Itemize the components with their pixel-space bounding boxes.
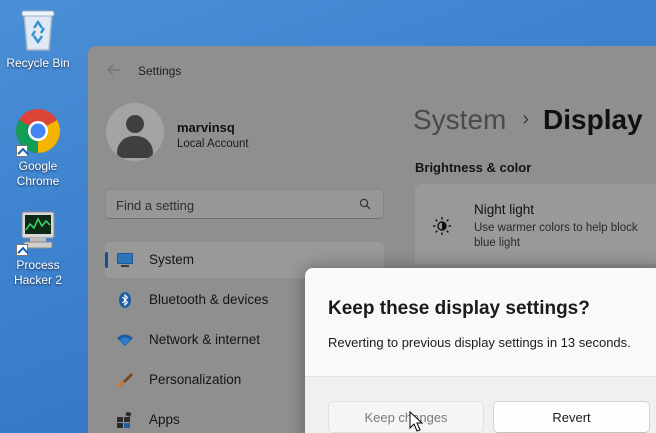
recycle-bin-icon <box>21 10 55 51</box>
revert-button[interactable]: Revert <box>493 401 650 433</box>
title-bar: Settings <box>88 46 656 98</box>
selection-indicator <box>105 252 108 268</box>
process-hacker-label: Process Hacker 2 <box>13 258 63 287</box>
avatar-body-icon <box>117 136 153 158</box>
desktop-icon-recycle-bin[interactable]: Recycle Bin <box>0 8 76 71</box>
back-arrow-icon[interactable] <box>106 62 122 78</box>
sidebar-item-label: Personalization <box>149 372 242 387</box>
window-title: Settings <box>138 64 182 78</box>
shortcut-arrow-icon <box>16 244 28 256</box>
apps-icon <box>117 412 132 428</box>
dialog-footer: Keep changes Revert <box>305 376 656 433</box>
night-light-title: Night light <box>474 202 535 217</box>
user-name: marvinsq <box>177 120 235 135</box>
dialog-message: Reverting to previous display settings i… <box>328 335 631 350</box>
account-type: Local Account <box>177 138 249 150</box>
sidebar-item-label: Apps <box>149 412 180 427</box>
bluetooth-icon <box>119 292 131 308</box>
sidebar-item-label: Bluetooth & devices <box>149 292 269 307</box>
search-icon[interactable] <box>359 198 371 210</box>
sidebar-item-label: Network & internet <box>149 332 261 347</box>
avatar[interactable] <box>106 103 164 161</box>
dialog-title: Keep these display settings? <box>328 298 590 319</box>
breadcrumb: System › Display <box>413 104 643 136</box>
shortcut-arrow-icon <box>16 145 28 157</box>
keep-changes-button[interactable]: Keep changes <box>328 401 484 433</box>
search-box[interactable] <box>105 189 384 219</box>
breadcrumb-parent[interactable]: System <box>413 104 506 135</box>
desktop-icon-chrome[interactable]: Google Chrome <box>0 107 76 189</box>
section-title: Brightness & color <box>415 160 532 175</box>
chrome-label: Google Chrome <box>16 159 60 188</box>
mouse-cursor-icon <box>409 411 424 432</box>
night-light-description: Use warmer colors to help block blue lig… <box>474 222 638 249</box>
page-title: Display <box>543 104 643 135</box>
night-light-card[interactable]: Night light Use warmer colors to help bl… <box>415 184 656 264</box>
monitor-icon <box>117 253 133 267</box>
brush-icon <box>118 373 133 387</box>
recycle-bin-label: Recycle Bin <box>6 56 70 70</box>
sidebar-item-label: System <box>149 252 195 267</box>
keep-settings-dialog: Keep these display settings? Reverting t… <box>305 268 656 433</box>
breadcrumb-separator: › <box>522 108 530 130</box>
search-input[interactable] <box>116 196 346 214</box>
desktop-icon-process-hacker[interactable]: Process Hacker 2 <box>0 210 76 288</box>
brightness-icon <box>433 217 451 235</box>
wifi-icon <box>117 334 133 346</box>
avatar-head-icon <box>126 115 144 133</box>
